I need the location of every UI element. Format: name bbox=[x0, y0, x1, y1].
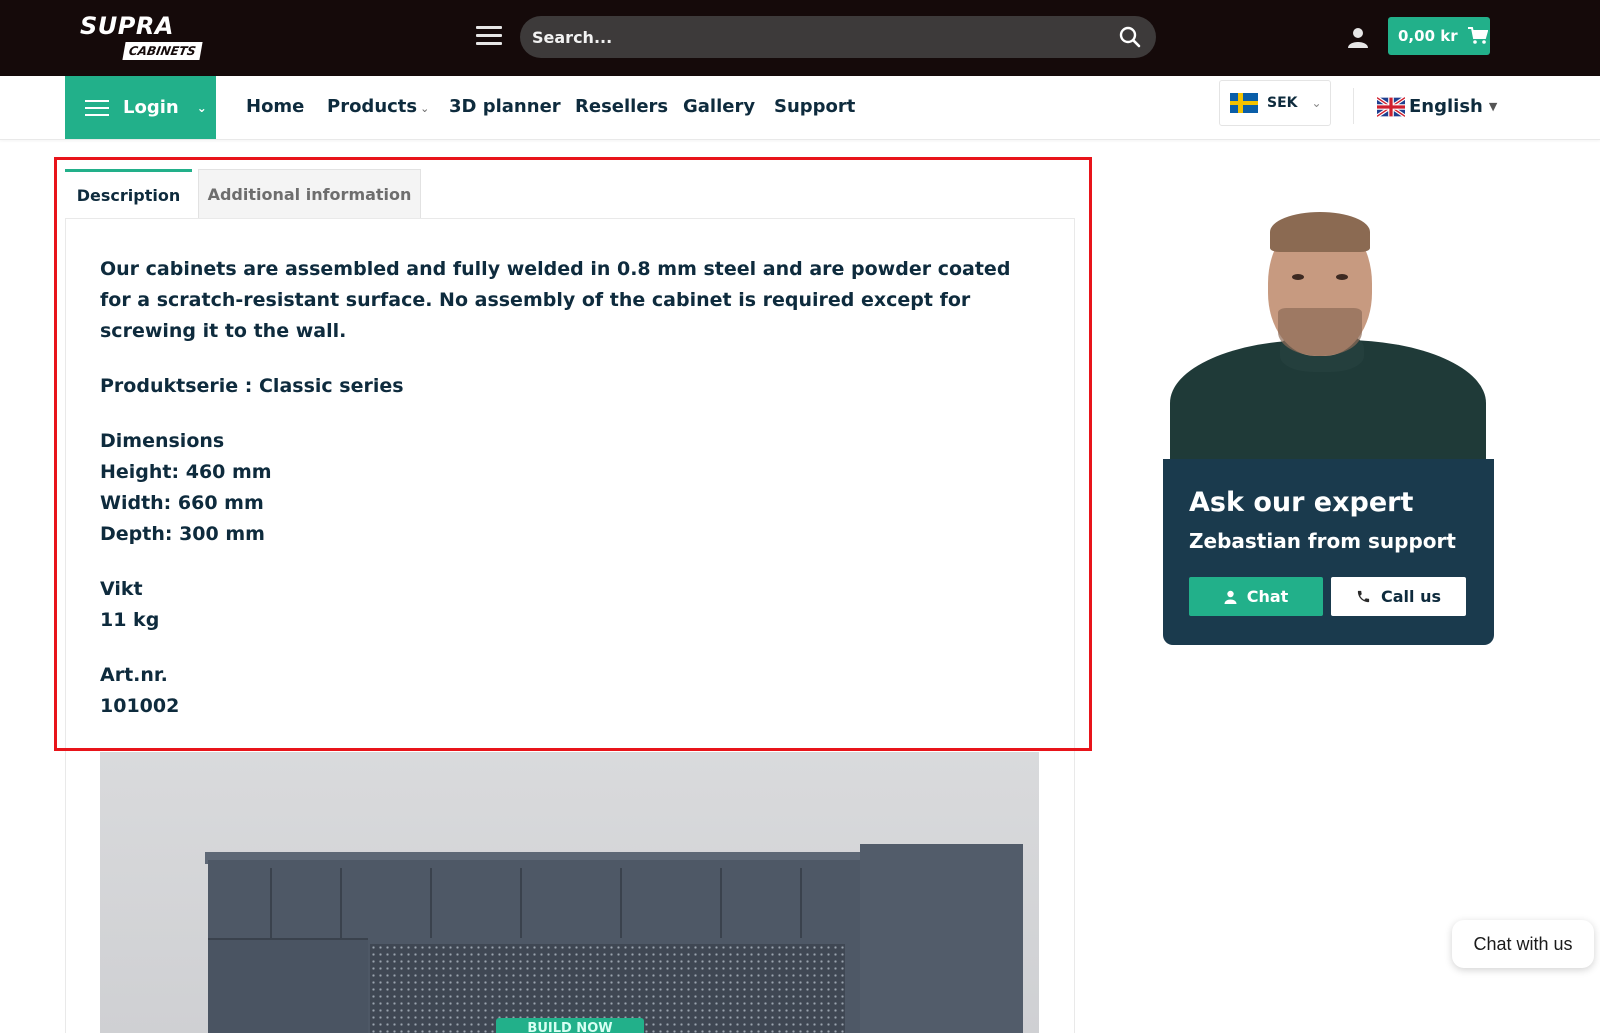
caret-down-icon: ▼ bbox=[1488, 100, 1498, 113]
currency-selector[interactable]: SEK ⌄ bbox=[1219, 80, 1331, 126]
nav-item-resellers[interactable]: Resellers bbox=[575, 96, 668, 117]
login-menu-icon bbox=[85, 95, 109, 121]
call-us-label: Call us bbox=[1381, 587, 1441, 606]
currency-label: SEK bbox=[1267, 95, 1298, 111]
uk-flag-icon bbox=[1377, 96, 1405, 117]
dimension-depth: Depth: 300 mm bbox=[100, 523, 265, 545]
expert-eye bbox=[1292, 274, 1304, 280]
chat-with-us-widget[interactable]: Chat with us bbox=[1452, 920, 1594, 968]
language-selector[interactable]: English ▼ bbox=[1377, 96, 1497, 117]
main-menu-icon[interactable] bbox=[476, 26, 502, 46]
cabinet-door-line bbox=[800, 868, 802, 938]
phone-icon bbox=[1357, 590, 1370, 603]
weight-block: Vikt 11 kg bbox=[100, 574, 1020, 636]
article-number-block: Art.nr. 101002 bbox=[100, 660, 1020, 722]
cabinet-door-line bbox=[720, 868, 722, 938]
dimensions-heading: Dimensions bbox=[100, 430, 225, 452]
cabinet-door-line bbox=[430, 868, 432, 938]
logo-secondary-text: CABINETS bbox=[122, 42, 203, 60]
expert-card-subtitle: Zebastian from support bbox=[1189, 529, 1456, 553]
nav-item-home[interactable]: Home bbox=[246, 96, 304, 117]
call-us-button[interactable]: Call us bbox=[1331, 577, 1466, 616]
cabinet-door-line bbox=[270, 868, 272, 938]
expert-eye bbox=[1336, 274, 1348, 280]
article-number-heading: Art.nr. bbox=[100, 664, 168, 686]
build-now-button[interactable]: BUILD NOW bbox=[496, 1018, 644, 1033]
language-label: English bbox=[1409, 96, 1483, 117]
description-intro: Our cabinets are assembled and fully wel… bbox=[100, 258, 1011, 342]
chat-button[interactable]: Chat bbox=[1189, 577, 1323, 616]
main-navigation: Login ⌄ Home Products ⌄ 3D planner Resell… bbox=[0, 76, 1600, 140]
nav-item-products-label: Products bbox=[327, 96, 418, 117]
tab-additional-information[interactable]: Additional information bbox=[198, 169, 421, 219]
top-header-bar: SUPRA CABINETS 0,00 kr bbox=[0, 0, 1600, 76]
cabinet-door-line bbox=[520, 868, 522, 938]
search-input[interactable] bbox=[532, 16, 1092, 58]
tall-cabinet bbox=[860, 844, 1023, 1033]
chevron-down-icon: ⌄ bbox=[1311, 96, 1322, 110]
weight-heading: Vikt bbox=[100, 578, 143, 600]
user-icon bbox=[1224, 590, 1237, 604]
tab-description[interactable]: Description bbox=[65, 169, 192, 219]
expert-photo bbox=[1160, 210, 1496, 460]
chevron-down-icon: ⌄ bbox=[196, 100, 207, 115]
expert-beard bbox=[1278, 308, 1362, 356]
supra-cabinets-logo[interactable]: SUPRA CABINETS bbox=[72, 10, 203, 64]
dimension-width: Width: 660 mm bbox=[100, 492, 264, 514]
nav-item-3d-planner[interactable]: 3D planner bbox=[449, 96, 561, 117]
chat-button-label: Chat bbox=[1246, 587, 1289, 606]
lower-cabinet bbox=[208, 938, 368, 1033]
cart-amount: 0,00 kr bbox=[1398, 27, 1458, 45]
product-series: Produktserie : Classic series bbox=[100, 375, 404, 397]
shopping-cart-icon bbox=[1467, 27, 1488, 44]
expert-hair bbox=[1270, 212, 1370, 252]
login-button[interactable]: Login ⌄ bbox=[65, 76, 216, 139]
dimensions-block: Dimensions Height: 460 mm Width: 660 mm … bbox=[100, 426, 1020, 550]
user-account-icon[interactable] bbox=[1346, 25, 1370, 49]
login-label: Login bbox=[123, 97, 179, 118]
cart-button[interactable]: 0,00 kr bbox=[1388, 17, 1490, 55]
search-bar bbox=[520, 16, 1156, 58]
nav-item-gallery[interactable]: Gallery bbox=[683, 96, 755, 117]
ask-expert-card: Ask our expert Zebastian from support Ch… bbox=[1163, 459, 1494, 645]
cabinet-door-line bbox=[620, 868, 622, 938]
chevron-down-icon: ⌄ bbox=[420, 102, 430, 115]
dimension-height: Height: 460 mm bbox=[100, 461, 272, 483]
nav-item-products[interactable]: Products ⌄ bbox=[327, 96, 429, 117]
sweden-flag-icon bbox=[1230, 93, 1258, 113]
weight-value: 11 kg bbox=[100, 609, 160, 631]
article-number-value: 101002 bbox=[100, 695, 180, 717]
expert-card-title: Ask our expert bbox=[1189, 487, 1414, 518]
nav-item-support[interactable]: Support bbox=[774, 96, 855, 117]
nav-divider bbox=[1353, 88, 1354, 124]
search-icon[interactable] bbox=[1118, 25, 1142, 49]
cabinet-door-line bbox=[340, 868, 342, 938]
logo-primary-text: SUPRA bbox=[80, 12, 174, 40]
product-image: BUILD NOW bbox=[100, 752, 1039, 1033]
description-content: Our cabinets are assembled and fully wel… bbox=[100, 254, 1020, 746]
